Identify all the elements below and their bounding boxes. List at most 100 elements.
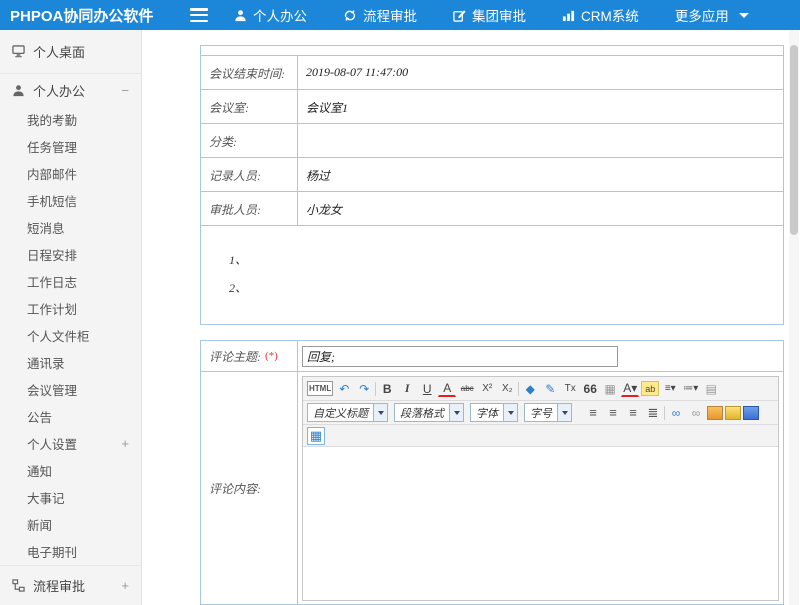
sidebar-item[interactable]: 日程安排 [0,241,141,268]
align-right-icon[interactable]: ≡ [624,404,642,422]
sidebar-item-label: 个人桌面 [33,42,85,61]
form-value: 小龙女 [298,192,783,225]
comment-subject-input[interactable] [302,346,618,367]
form-row: 分类: [201,124,783,158]
html-source-button[interactable]: HTML [307,381,333,396]
scrollbar[interactable] [789,30,799,605]
editor-toolbar-2: 自定义标题 段落格式 字体 [303,401,778,425]
font-family-dropdown[interactable]: 字体 [470,403,518,422]
highlight-dropdown[interactable]: ab [641,381,659,396]
remove-format-icon[interactable]: Tx [561,380,579,398]
person-icon [234,9,247,22]
sidebar-item[interactable]: 我的考勤 [0,106,141,133]
sidebar-item-label: 电子期刊 [27,542,77,561]
save-icon[interactable] [743,406,759,420]
content-line: 2、 [229,274,783,302]
font-color-icon[interactable]: A [438,381,456,397]
sidebar-item[interactable]: 会议管理 [0,376,141,403]
comment-subject-cell [298,341,783,371]
sidebar-item-label: 会议管理 [27,380,77,399]
unordered-list-dropdown[interactable]: ≔▾ [681,380,700,398]
format-brush-icon[interactable]: ✎ [541,380,559,398]
nav-process-approval[interactable]: 流程审批 [343,5,417,25]
menu-toggle-icon[interactable] [190,8,208,22]
form-row: 会议结束时间: 2019-08-07 11:47:00 [201,56,783,90]
page-break-icon[interactable]: ▤ [702,380,720,398]
align-justify-icon[interactable]: ≣ [644,404,662,422]
collapse-toggle[interactable]: − [121,83,129,98]
font-size-dropdown[interactable]: 字号 [524,403,572,422]
form-rows: 会议结束时间: 2019-08-07 11:47:00 会议室: 会议室1 分类… [201,56,783,226]
nav-more-apps[interactable]: 更多应用 [675,5,749,25]
ordered-list-dropdown[interactable]: ≡▾ [661,380,679,398]
undo-icon[interactable]: ↶ [335,380,353,398]
editor-content-area[interactable] [303,447,778,600]
emoticon-grid-icon[interactable]: ▦ [601,380,619,398]
dropdown-arrow-icon[interactable] [503,404,517,421]
sidebar-item[interactable]: 公告 [0,403,141,430]
sidebar-item[interactable]: 工作日志 [0,268,141,295]
separator[interactable] [375,382,376,396]
sidebar-item-label: 工作计划 [27,299,77,318]
heading-dropdown[interactable]: 自定义标题 [307,403,388,422]
scrollbar-thumb[interactable] [790,45,798,235]
sidebar-item[interactable]: 电子期刊 [0,538,141,565]
sidebar-item-process-approval[interactable]: 流程审批 + [0,565,141,605]
sidebar: 个人桌面 个人办公 − 我的考勤 任务管理 内部邮件 手机短信 [0,30,142,605]
sidebar-item-label: 通知 [27,461,52,480]
align-center-icon[interactable]: ≡ [604,404,622,422]
sidebar-item[interactable]: 通讯录 [0,349,141,376]
dropdown-arrow-icon[interactable] [557,404,571,421]
bold-icon[interactable]: B [378,380,396,398]
expand-toggle[interactable]: + [121,578,129,593]
sidebar-item-personal-desktop[interactable]: 个人桌面 [0,30,141,74]
sidebar-item[interactable]: 个人文件柜 [0,322,141,349]
italic-icon[interactable]: I [398,380,416,398]
text-color-dropdown[interactable]: A▾ [621,381,639,397]
subscript-icon[interactable]: X₂ [498,380,516,398]
nav-personal-office[interactable]: 个人办公 [234,5,307,25]
link-icon[interactable]: ∞ [667,404,685,422]
nav-crm-system[interactable]: CRM系统 [562,5,639,25]
sidebar-item-label: 我的考勤 [27,110,77,129]
meeting-detail-table: 会议结束时间: 2019-08-07 11:47:00 会议室: 会议室1 分类… [200,45,784,325]
sidebar-item[interactable]: 工作计划 [0,295,141,322]
sidebar-item[interactable]: 内部邮件 [0,160,141,187]
superscript-icon[interactable]: X² [478,380,496,398]
sidebar-item[interactable]: 大事记 [0,484,141,511]
comment-form: 评论主题: (*) 评论内容: HTML ↶ ↷ [200,340,784,605]
sidebar-item-label: 流程审批 [33,576,85,595]
sidebar-item[interactable]: 任务管理 [0,133,141,160]
align-left-icon[interactable]: ≡ [584,404,602,422]
paragraph-format-dropdown[interactable]: 段落格式 [394,403,464,422]
sidebar-item-label: 短消息 [27,218,65,237]
dropdown-arrow-icon[interactable] [449,404,463,421]
unlink-icon[interactable]: ∞ [687,404,705,422]
media-icon[interactable] [725,406,741,420]
form-label: 审批人员: [201,192,298,225]
sidebar-item[interactable]: 手机短信 [0,187,141,214]
sidebar-item-personal-office[interactable]: 个人办公 − [0,74,141,106]
redo-icon[interactable]: ↷ [355,380,373,398]
expand-toggle[interactable]: + [121,436,129,451]
sidebar-item-label: 个人设置 [27,434,77,453]
calendar-table-icon[interactable]: ▦ [307,427,325,445]
app-logo: PHPOA协同办公软件 [0,5,190,26]
eraser-icon[interactable]: ◆ [521,380,539,398]
blockquote-icon[interactable]: 66 [581,380,599,398]
separator[interactable] [518,382,519,396]
dropdown-label: 字号 [525,405,557,421]
strikethrough-icon[interactable]: abc [458,380,476,398]
image-icon[interactable] [707,406,723,420]
dropdown-arrow-icon[interactable] [373,404,387,421]
editor-toolbar-1: HTML ↶ ↷ B I U [303,377,778,401]
underline-icon[interactable]: U [418,380,436,398]
sidebar-item[interactable]: 个人设置 + [0,430,141,457]
sidebar-item[interactable]: 短消息 [0,214,141,241]
sidebar-item[interactable]: 通知 [0,457,141,484]
sidebar-item-label: 日程安排 [27,245,77,264]
separator[interactable] [664,406,665,420]
nav-group-approval[interactable]: 集团审批 [453,5,526,25]
editor-toolbar-3: ▦ [303,425,778,447]
sidebar-item[interactable]: 新闻 [0,511,141,538]
